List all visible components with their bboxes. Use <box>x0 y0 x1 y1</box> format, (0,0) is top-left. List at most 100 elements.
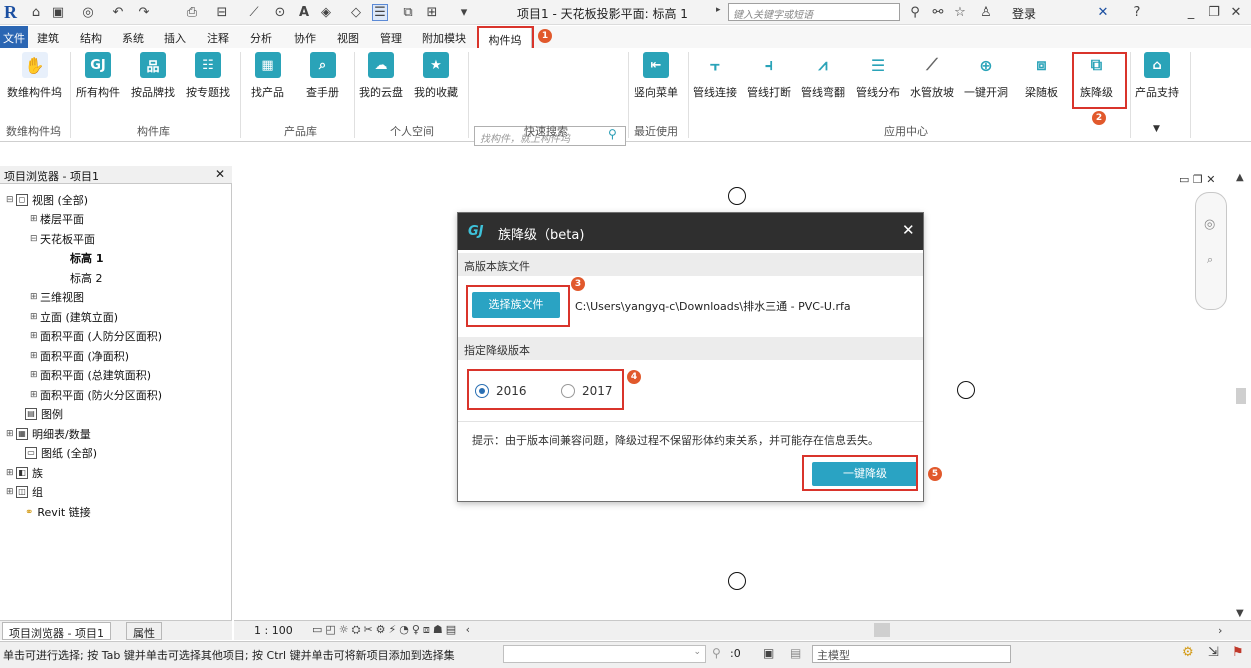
ribbon-button-find-product[interactable]: ▦ 找产品 <box>251 52 284 100</box>
elevation-marker-icon[interactable] <box>728 572 746 590</box>
tree-item[interactable]: ⊟ 天花板平面 <box>30 231 95 247</box>
expand-icon[interactable]: ⊞ <box>6 468 16 478</box>
ribbon-button-vertical-menu[interactable]: ⇤ 竖向菜单 <box>634 52 678 100</box>
tab-addins[interactable]: 附加模块 <box>422 30 466 46</box>
favorite-star-icon[interactable]: ☆ <box>952 4 968 21</box>
scroll-right-icon[interactable]: › <box>1218 624 1222 637</box>
drag-elements-icon[interactable]: ⇲ <box>1208 645 1219 660</box>
tree-item[interactable]: ▤ 图例 <box>25 406 63 422</box>
expand-icon[interactable]: ⊞ <box>30 370 40 380</box>
ribbon-button-all-components[interactable]: GJ 所有构件 <box>76 52 120 100</box>
tab-architecture[interactable]: 建筑 <box>37 30 59 46</box>
ribbon-button-product-support[interactable]: ⌂ 产品支持 <box>1135 52 1179 100</box>
scroll-up-icon[interactable]: ▲ <box>1236 172 1244 183</box>
section-icon[interactable]: ◇ <box>348 4 364 21</box>
expand-icon[interactable]: ⊞ <box>6 487 16 497</box>
customize-qa-icon[interactable]: ▾ <box>458 4 470 21</box>
tree-item[interactable]: ⊞ 楼层平面 <box>30 211 84 227</box>
open-icon[interactable]: ⌂ <box>28 4 44 21</box>
exchange-apps-icon[interactable]: ✕ <box>1092 4 1114 21</box>
close-icon[interactable]: ✕ <box>215 167 225 181</box>
restore-icon[interactable]: ❐ <box>1206 4 1222 21</box>
tree-item[interactable]: ⊞ 立面 (建筑立面) <box>30 309 118 325</box>
scroll-down-icon[interactable]: ▼ <box>1236 608 1244 619</box>
close-window-icon[interactable]: ✕ <box>1228 4 1244 21</box>
vertical-scrollbar-thumb[interactable] <box>1236 388 1246 404</box>
ribbon-button-pipe-break[interactable]: ⫞ 管线打断 <box>747 52 791 100</box>
ribbon-button-beam-follow-slab[interactable]: ⧈ 梁随板 <box>1025 52 1058 100</box>
measure-icon[interactable]: ⊟ <box>214 4 230 21</box>
tree-item[interactable]: ⊞ 三维视图 <box>30 289 84 305</box>
ribbon-button-by-brand[interactable]: 品 按品牌找 <box>131 52 175 100</box>
elevation-marker-icon[interactable] <box>957 381 975 399</box>
text-icon[interactable]: A <box>296 4 312 21</box>
tree-item[interactable]: 标高 2 <box>70 270 103 286</box>
close-hidden-icon[interactable]: ⧉ <box>400 4 416 21</box>
ribbon-button-pipe-connect[interactable]: ⫟ 管线连接 <box>693 52 737 100</box>
ribbon-button-manual[interactable]: ⌕ 查手册 <box>306 52 339 100</box>
zoom-icon[interactable]: ⌕ <box>1207 253 1213 267</box>
navigation-bar[interactable]: ◎ ⌕ <box>1195 192 1227 310</box>
tab-systems[interactable]: 系统 <box>122 30 144 46</box>
expand-icon[interactable]: ⊞ <box>30 214 40 224</box>
search-expand-icon[interactable]: ▸ <box>716 5 721 15</box>
ribbon-button-shuwei-dock[interactable]: ✋ 数维构件坞 <box>7 52 62 100</box>
filter-selection-icon[interactable]: ⚑ <box>1232 645 1244 660</box>
login-link[interactable]: 登录 <box>1012 5 1036 22</box>
search-icon[interactable]: ⚲ <box>608 127 617 141</box>
steering-wheel-icon[interactable]: ◎ <box>1204 217 1215 232</box>
collapse-icon[interactable]: ⊟ <box>6 195 16 205</box>
tab-manage[interactable]: 管理 <box>380 30 402 46</box>
elevation-marker-icon[interactable] <box>728 187 746 205</box>
editable-only-icon[interactable]: ▤ <box>790 646 801 660</box>
expand-icon[interactable]: ⊞ <box>30 331 40 341</box>
tab-analyze[interactable]: 分析 <box>250 30 272 46</box>
tree-item[interactable]: ⊟ ◻ 视图 (全部) <box>6 192 88 208</box>
ribbon-button-my-favorites[interactable]: ★ 我的收藏 <box>414 52 458 100</box>
tree-item[interactable]: ⊞ 面积平面 (防火分区面积) <box>30 387 162 403</box>
tree-item[interactable]: ⊞ ◧ 族 <box>6 465 43 481</box>
expand-icon[interactable]: ⊞ <box>30 312 40 322</box>
expand-panel-icon[interactable]: ▼ <box>1153 124 1160 134</box>
save-icon[interactable]: ▣ <box>50 4 66 21</box>
tab-view[interactable]: 视图 <box>337 30 359 46</box>
3d-view-icon[interactable]: ◈ <box>318 4 334 21</box>
collapse-icon[interactable]: ⊟ <box>30 234 40 244</box>
dimension-icon[interactable]: ⟋ <box>246 4 262 21</box>
design-options-icon[interactable]: ▣ <box>763 646 774 660</box>
tree-item-active[interactable]: 标高 1 <box>70 250 103 266</box>
user-icon[interactable]: ♙ <box>978 4 994 21</box>
ribbon-button-pipe-distribute[interactable]: ☰ 管线分布 <box>856 52 900 100</box>
tab-collaborate[interactable]: 协作 <box>294 30 316 46</box>
horizontal-scrollbar-thumb[interactable] <box>874 623 890 637</box>
ribbon-button-pipe-slope[interactable]: ⟋ 水管放坡 <box>910 52 954 100</box>
tree-item[interactable]: ⊞ ◫ 组 <box>6 484 43 500</box>
ribbon-button-pipe-bend[interactable]: ⩘ 管线弯翻 <box>801 52 845 100</box>
tab-project-browser[interactable]: 项目浏览器 - 项目1 <box>2 622 111 640</box>
binoculars-icon[interactable]: ⚲ <box>906 4 924 21</box>
expand-icon[interactable]: ⊞ <box>30 390 40 400</box>
switch-windows-icon[interactable]: ⊞ <box>424 4 440 21</box>
tree-item[interactable]: ▭ 图纸 (全部) <box>25 445 97 461</box>
help-icon[interactable]: ? <box>1128 4 1146 21</box>
tab-insert[interactable]: 插入 <box>164 30 186 46</box>
tag-icon[interactable]: ⊙ <box>272 4 288 21</box>
tree-item[interactable]: ⊞ 面积平面 (净面积) <box>30 348 129 364</box>
ribbon-button-my-cloud[interactable]: ☁ 我的云盘 <box>359 52 403 100</box>
view-control-icons[interactable]: ▭◰☼⛭✂⚙⚡◔♀⧈☗▤ ‹ <box>312 623 473 637</box>
tree-item[interactable]: ⚭ Revit 链接 <box>25 504 91 520</box>
undo-icon[interactable]: ↶ <box>110 4 126 21</box>
ribbon-button-open-hole[interactable]: ⊕ 一键开洞 <box>964 52 1008 100</box>
tree-item[interactable]: ⊞ 面积平面 (人防分区面积) <box>30 328 162 344</box>
revit-logo-icon[interactable]: R <box>4 2 20 22</box>
view-scale[interactable]: 1 : 100 <box>254 624 293 637</box>
tab-file[interactable]: 文件 <box>0 26 28 48</box>
select-links-icon[interactable]: ⚙ <box>1182 645 1194 660</box>
expand-icon[interactable]: ⊞ <box>30 292 40 302</box>
filter-icon[interactable]: ⚲ <box>712 646 721 660</box>
tree-item[interactable]: ⊞ 面积平面 (总建筑面积) <box>30 367 151 383</box>
keyword-search-input[interactable]: 键入关键字或短语 <box>728 3 900 21</box>
close-icon[interactable]: ✕ <box>902 221 915 239</box>
sync-icon[interactable]: ◎ <box>80 4 96 21</box>
print-icon[interactable]: ⎙ <box>184 4 200 21</box>
